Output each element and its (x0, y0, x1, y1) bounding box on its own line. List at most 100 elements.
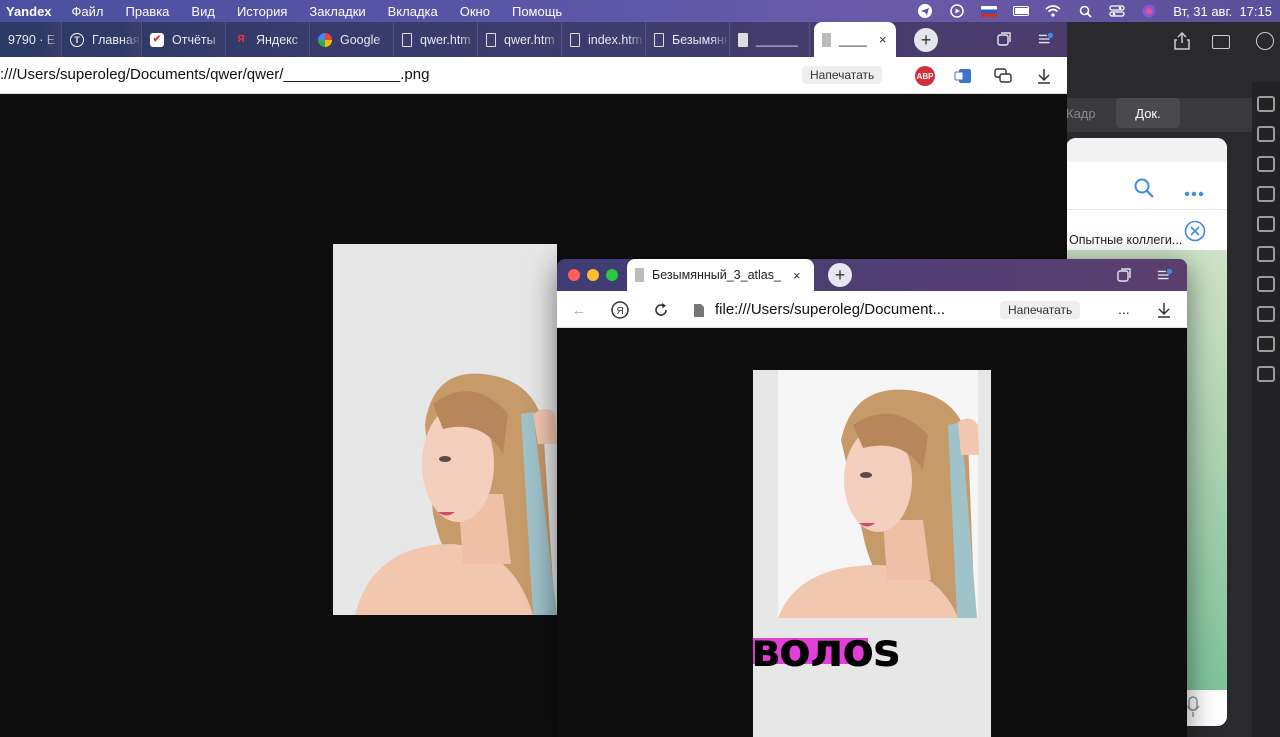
file-icon (570, 32, 580, 47)
tool-icon[interactable] (1257, 186, 1275, 202)
second-tabbar: Безымянный_3_atlas_ × + (557, 259, 1187, 291)
sidebar-icon[interactable] (1212, 35, 1230, 49)
tab-dok[interactable]: Док. (1116, 98, 1180, 128)
menu-history[interactable]: История (237, 4, 287, 19)
menu-help[interactable]: Помощь (512, 4, 562, 19)
tab-active-image[interactable]: ____ × (814, 22, 896, 57)
tabs-list-icon[interactable] (1116, 267, 1132, 283)
tool-icon[interactable] (1257, 336, 1275, 352)
menu-edit[interactable]: Правка (126, 4, 170, 19)
print-button[interactable]: Напечатать (1000, 301, 1081, 319)
download-icon[interactable] (1155, 301, 1173, 319)
google-icon (318, 32, 332, 47)
tool-icon[interactable] (1257, 156, 1275, 172)
tab-label: ______ (756, 32, 798, 47)
url-field[interactable]: :///Users/superoleg/Documents/qwer/qwer/… (0, 66, 429, 83)
download-icon[interactable] (1034, 66, 1054, 86)
second-address-bar: ← Я file:///Users/superoleg/Document... … (557, 291, 1187, 328)
more-button[interactable]: ... (1118, 301, 1130, 317)
search-icon[interactable] (1134, 178, 1154, 203)
minimize-window-button[interactable] (587, 269, 599, 281)
url-field[interactable]: file:///Users/superoleg/Document... (715, 301, 945, 318)
yandex-logo-icon[interactable]: Я (611, 301, 629, 319)
adblock-icon[interactable]: ABP (915, 66, 935, 86)
tab-bezymyanny-atlas[interactable]: Безымянный_3_atlas_ × (627, 259, 814, 291)
tool-icon[interactable] (1257, 276, 1275, 292)
tab-9790[interactable]: 9790 · E (0, 22, 62, 57)
tab-label: Безымянный_3_atlas_ (652, 268, 781, 282)
phone-header (1066, 162, 1227, 210)
tool-icon[interactable] (1257, 96, 1275, 112)
print-button[interactable]: Напечатать (802, 66, 883, 84)
battery-icon[interactable] (1013, 4, 1030, 18)
tool-icon[interactable] (1257, 306, 1275, 322)
background-app-toolbar (1060, 22, 1280, 60)
search-icon[interactable] (1077, 4, 1093, 18)
yandex-icon: Я (237, 34, 245, 45)
siri-icon[interactable] (1141, 4, 1157, 18)
tab-image[interactable]: ______ (730, 22, 810, 57)
russian-flag-icon[interactable] (981, 4, 998, 18)
menu-view[interactable]: Вид (191, 4, 215, 19)
tab-index[interactable]: index.htm (562, 22, 646, 57)
tab-close-button[interactable]: × (879, 32, 887, 47)
menubar: Yandex Файл Правка Вид История Закладки … (0, 0, 1280, 22)
tab-qwer-2[interactable]: qwer.htm (478, 22, 562, 57)
menu-tab[interactable]: Вкладка (388, 4, 438, 19)
second-browser-window: Безымянный_3_atlas_ × + ← Я file:///User… (557, 259, 1187, 737)
image-file-icon (822, 32, 831, 47)
main-address-bar: :///Users/superoleg/Documents/qwer/qwer/… (0, 57, 1067, 94)
tab-bezymyanny[interactable]: Безымянный (646, 22, 730, 57)
main-tabbar: 9790 · E T Главная ✔ Отчёты Я Яндекс Goo… (0, 22, 1067, 57)
close-circle-icon[interactable] (1184, 220, 1206, 247)
tab-yandex[interactable]: Я Яндекс (226, 22, 310, 57)
more-dots-icon[interactable] (1184, 184, 1204, 202)
tab-qwer-1[interactable]: qwer.htm (394, 22, 478, 57)
file-icon (486, 32, 496, 47)
side-toolbar (1252, 82, 1280, 737)
portrait-image (333, 244, 557, 615)
second-image-viewer: волоs (557, 328, 1187, 737)
file-icon (654, 32, 664, 47)
tool-icon[interactable] (1257, 216, 1275, 232)
back-arrow-icon[interactable]: ← (570, 301, 588, 319)
volos-logo-text: волоs (753, 623, 900, 677)
new-tab-button[interactable]: + (828, 263, 852, 287)
tool-icon[interactable] (1257, 246, 1275, 262)
tab-kadr[interactable]: Кадр (1066, 106, 1096, 121)
menu-icon[interactable] (1157, 267, 1173, 283)
tab-otchety[interactable]: ✔ Отчёты (142, 22, 226, 57)
control-center-icon[interactable] (1109, 4, 1125, 18)
new-tab-button[interactable]: + (914, 28, 938, 52)
menu-file[interactable]: Файл (72, 4, 104, 19)
share-icon[interactable] (1174, 31, 1190, 50)
phone-status-bar (1066, 138, 1227, 162)
tool-icon[interactable] (1257, 126, 1275, 142)
menubar-datetime[interactable]: Вт, 31 авг. 17:15 (1173, 4, 1272, 19)
telegram-icon[interactable] (917, 4, 933, 18)
menu-bookmarks[interactable]: Закладки (309, 4, 365, 19)
tab-google[interactable]: Google (310, 22, 394, 57)
microphone-icon[interactable] (1186, 696, 1200, 723)
menu-app-yandex[interactable]: Yandex (6, 4, 52, 19)
extension-b-icon[interactable] (953, 66, 973, 86)
chat-bubbles-icon[interactable] (993, 66, 1013, 86)
file-icon (690, 301, 708, 319)
menu-window[interactable]: Окно (460, 4, 490, 19)
file-icon (402, 32, 412, 47)
play-icon[interactable] (949, 4, 965, 18)
chat-title[interactable]: Опытные коллеги... (1069, 233, 1182, 247)
close-window-button[interactable] (568, 269, 580, 281)
tab-glavnaya[interactable]: T Главная (62, 22, 142, 57)
t-logo-icon: T (70, 32, 84, 47)
menu-icon[interactable] (1038, 31, 1054, 47)
tab-close-button[interactable]: × (793, 268, 801, 283)
tab-label: ____ (839, 32, 867, 47)
run-icon[interactable] (1256, 32, 1274, 50)
reload-icon[interactable] (652, 301, 670, 319)
zoom-window-button[interactable] (606, 269, 618, 281)
image-file-icon (635, 268, 644, 282)
tabs-list-icon[interactable] (996, 31, 1012, 47)
tool-icon[interactable] (1257, 366, 1275, 382)
wifi-icon[interactable] (1045, 4, 1061, 18)
